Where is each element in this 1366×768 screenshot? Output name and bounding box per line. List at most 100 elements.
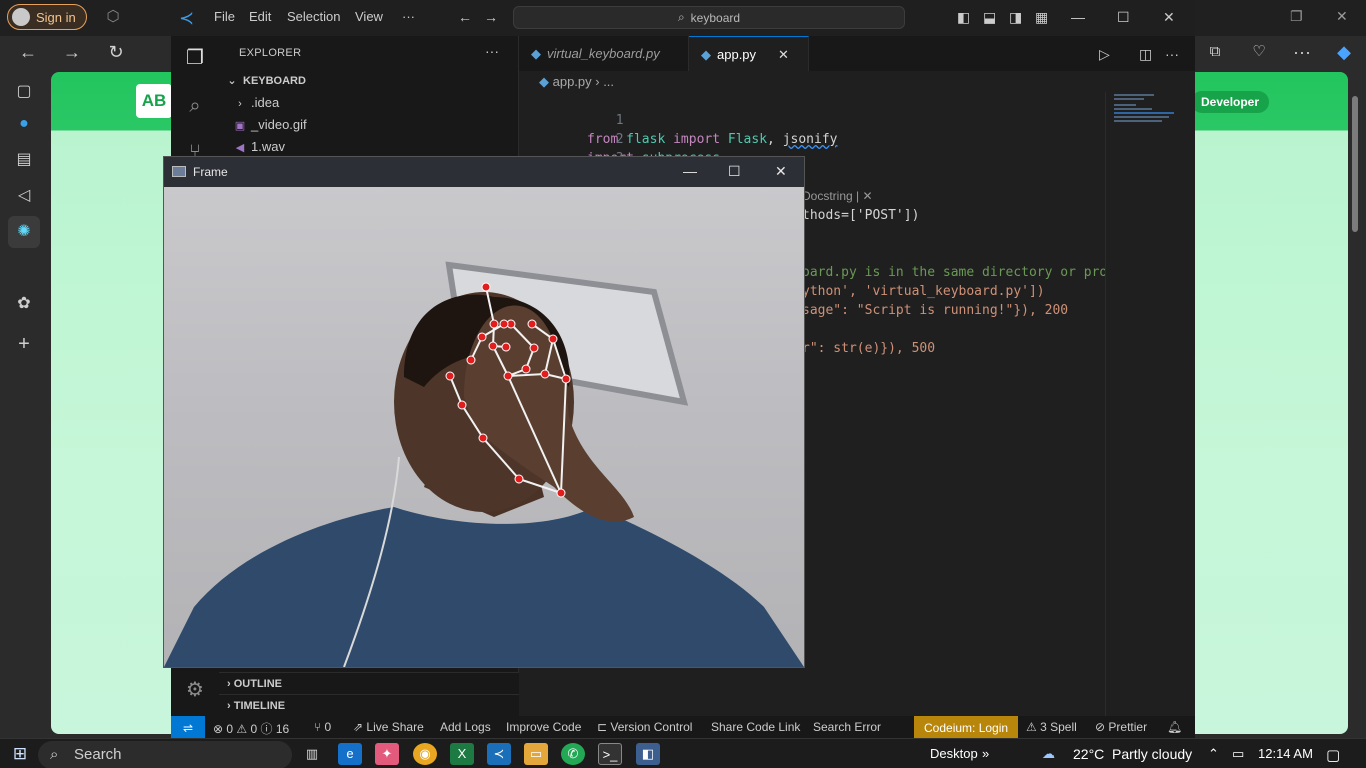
copilot-icon[interactable]: ◆ [1332, 42, 1356, 62]
excel-app-icon[interactable]: X [450, 743, 474, 765]
timeline-section[interactable]: › TIMELINE [219, 694, 519, 716]
run-icon[interactable]: ▷ [1099, 46, 1110, 63]
back-icon[interactable]: ← [16, 42, 40, 62]
folder-keyboard[interactable]: ⌄ KEYBOARD [225, 70, 306, 92]
show-hidden-icons[interactable]: ⌃ [1208, 746, 1219, 762]
menu-file[interactable]: File [214, 9, 235, 24]
collections-icon[interactable]: ⧉ [1203, 42, 1227, 62]
add-icon[interactable]: + [12, 332, 36, 356]
file-explorer-icon[interactable]: ▭ [524, 743, 548, 765]
audio-icon[interactable]: ◁ [12, 184, 36, 208]
frame-maximize-icon[interactable]: ☐ [728, 163, 741, 180]
restore-icon[interactable]: ❐ [1290, 8, 1303, 25]
tab-app-py[interactable]: ◆ app.py ✕ [689, 36, 809, 71]
version-control-status[interactable]: ⊏ Version Control [597, 720, 692, 734]
site-logo[interactable]: AB [136, 84, 172, 118]
frame-minimize-icon[interactable]: — [683, 163, 697, 179]
scroll-thumb[interactable] [1352, 96, 1358, 232]
minimap[interactable] [1105, 92, 1195, 716]
python-file-icon: ◆ [531, 46, 541, 61]
tab-actions-icon[interactable]: ▢ [12, 80, 36, 104]
nav-forward-icon[interactable]: → [484, 9, 498, 25]
browser-sidebar: ▢ ● ▤ ◁ ✺ ✿ + [0, 72, 48, 740]
sign-in-button[interactable]: Sign in [7, 4, 87, 30]
close-window-icon[interactable]: ✕ [1163, 9, 1175, 26]
edge-icon[interactable]: ● [12, 112, 36, 136]
start-windows-icon[interactable]: ⊞ [8, 743, 32, 765]
frame-window[interactable]: Frame — ☐ ✕ [163, 156, 805, 668]
tab-virtual-keyboard[interactable]: ◆ virtual_keyboard.py [519, 36, 689, 71]
explorer-more-icon[interactable]: ··· [485, 43, 499, 59]
live-share-status[interactable]: ⇗ Live Share [353, 720, 424, 734]
reading-list-icon[interactable]: ▤ [12, 148, 36, 172]
tree-item-video-gif[interactable]: ▣ _video.gif [233, 114, 307, 136]
notification-center-icon[interactable]: ▢ [1326, 746, 1340, 764]
taskbar-search-label: Search [74, 746, 122, 763]
weather-text[interactable]: Partly cloudy [1112, 746, 1192, 762]
close-browser-icon[interactable]: ✕ [1336, 8, 1348, 25]
minimize-icon[interactable]: — [1071, 9, 1085, 25]
menu-more[interactable]: ··· [402, 9, 415, 24]
breadcrumb[interactable]: ◆ app.py › ... [539, 74, 614, 90]
webcam-image [164, 261, 804, 667]
share-code-link-status[interactable]: Share Code Link [711, 720, 800, 734]
remote-icon[interactable]: ⇌ [171, 716, 205, 740]
codelens-fragment[interactable]: Docstring | ✕ [802, 187, 873, 206]
explorer-icon[interactable]: ❐ [183, 46, 207, 70]
desktop-toolbar[interactable]: Desktop [930, 746, 978, 761]
vscode-titlebar: ≺ File Edit Selection View ··· ← → ⌕ key… [171, 0, 1195, 36]
outline-section[interactable]: › OUTLINE [219, 672, 519, 694]
notifications-icon[interactable]: 🔔︎ [1167, 720, 1182, 734]
taskbar-search[interactable]: ⌕ Search [38, 741, 292, 768]
developer-pill[interactable]: Developer [1191, 91, 1270, 113]
improve-code-status[interactable]: Improve Code [506, 720, 581, 734]
python-app-icon[interactable]: ◧ [636, 743, 660, 765]
tree-item-wav[interactable]: ◀ 1.wav [233, 136, 285, 158]
battery-icon[interactable]: ▭ [1232, 746, 1244, 762]
ports-status[interactable]: ⑂ 0 [314, 720, 331, 734]
maximize-icon[interactable]: ☐ [1117, 9, 1130, 26]
chevron-icon[interactable]: » [982, 746, 989, 761]
terminal-app-icon[interactable]: >_ [598, 743, 622, 765]
copilot-app-icon[interactable]: ✦ [375, 743, 399, 765]
edge-app-icon[interactable]: e [338, 743, 362, 765]
chrome-app-icon[interactable]: ◉ [413, 743, 437, 765]
toggle-sidebar-icon[interactable]: ◧ [957, 9, 970, 26]
vscode-app-icon[interactable]: ≺ [487, 743, 511, 765]
temperature[interactable]: 22°C [1073, 746, 1104, 762]
forward-icon[interactable]: → [60, 42, 84, 62]
menu-selection[interactable]: Selection [287, 9, 340, 24]
workspaces-icon[interactable]: ⬡ [101, 7, 125, 27]
search-error-status[interactable]: Search Error [813, 720, 881, 734]
customize-layout-icon[interactable]: ▦ [1035, 9, 1048, 26]
clock[interactable]: 12:14 AM [1258, 746, 1313, 761]
tree-item-idea[interactable]: › .idea [233, 92, 279, 114]
nav-back-icon[interactable]: ← [458, 9, 472, 25]
task-view-icon[interactable]: ▥ [300, 743, 324, 765]
menu-view[interactable]: View [355, 9, 383, 24]
frame-titlebar[interactable]: Frame — ☐ ✕ [164, 157, 804, 187]
add-logs-status[interactable]: Add Logs [440, 720, 491, 734]
frame-close-icon[interactable]: ✕ [775, 163, 787, 180]
settings-more-icon[interactable]: ··· [1290, 42, 1314, 62]
whatsapp-app-icon[interactable]: ✆ [561, 743, 585, 765]
settings-gear-icon[interactable]: ⚙ [183, 678, 207, 702]
problems-status[interactable]: ⊗ 0 ⚠ 0 ⓘ 16 [213, 720, 289, 737]
split-editor-icon[interactable]: ◫ [1139, 46, 1152, 63]
browser-essentials-icon[interactable]: ♡ [1247, 42, 1271, 62]
prettier-status[interactable]: ⊘ Prettier [1095, 720, 1147, 734]
toggle-secondary-icon[interactable]: ◨ [1009, 9, 1022, 26]
command-search[interactable]: ⌕ keyboard [513, 6, 905, 29]
react-icon[interactable]: ✺ [8, 216, 40, 248]
codeium-login-button[interactable]: Codeium: Login [914, 716, 1019, 740]
search-view-icon[interactable]: ⌕ [183, 94, 207, 118]
toggle-panel-icon[interactable]: ⬓ [983, 9, 996, 26]
openai-icon[interactable]: ✿ [12, 292, 36, 316]
spell-status[interactable]: ⚠ 3 Spell [1026, 720, 1077, 734]
page-scrollbar[interactable] [1350, 90, 1360, 730]
refresh-icon[interactable]: ↻ [104, 42, 128, 62]
close-tab-icon[interactable]: ✕ [778, 47, 789, 62]
menu-edit[interactable]: Edit [249, 9, 271, 24]
taskbar: ⊞ ⌕ Search ▥ e ✦ ◉ X ≺ ▭ ✆ >_ ◧ Desktop … [0, 738, 1366, 768]
editor-more-icon[interactable]: ··· [1165, 46, 1179, 62]
